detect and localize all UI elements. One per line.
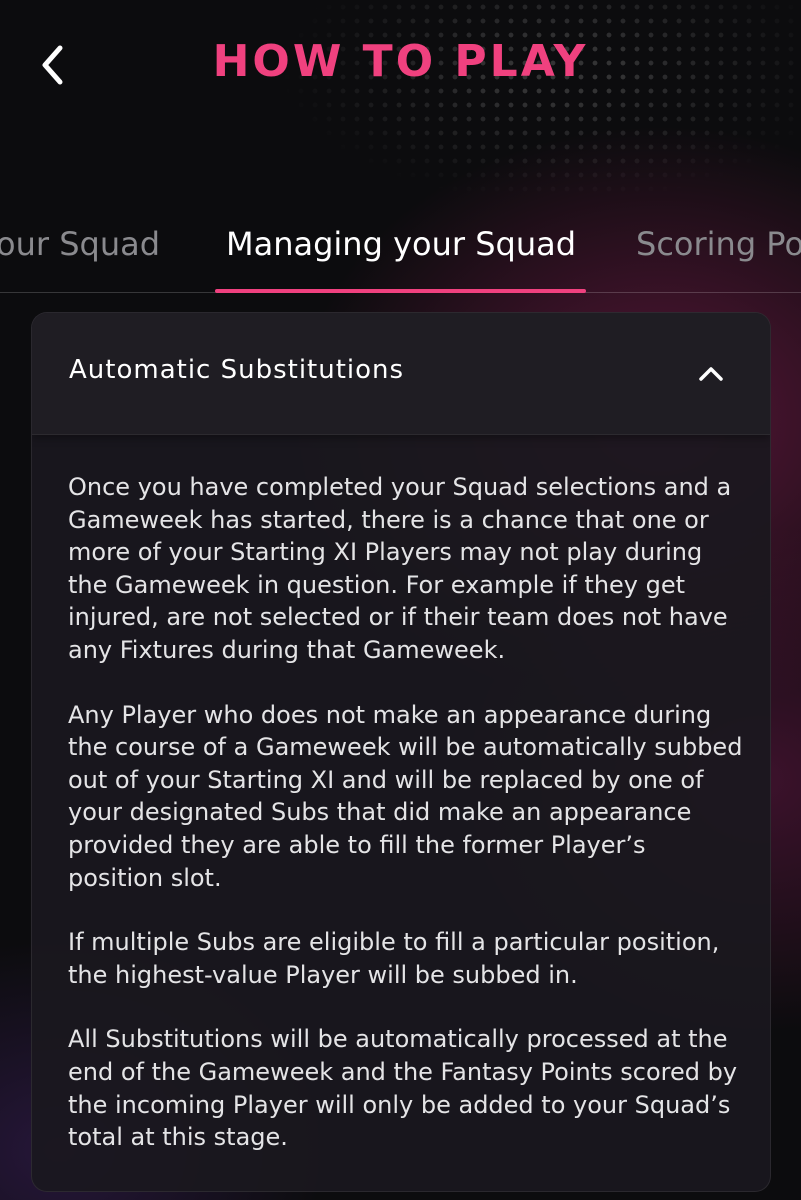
active-tab-indicator xyxy=(215,289,586,293)
tab-managing-your-squad[interactable]: Managing your Squad xyxy=(214,225,588,287)
tab-bar: our Squad Managing your Squad Scoring Po xyxy=(0,215,801,293)
chevron-up-icon[interactable] xyxy=(696,359,726,389)
body-paragraph: Any Player who does not make an appearan… xyxy=(68,700,743,892)
accordion-automatic-substitutions: Automatic Substitutions Once you have co… xyxy=(31,312,771,1192)
tab-picking-your-squad[interactable]: our Squad xyxy=(0,225,171,287)
body-paragraph: If multiple Subs are eligible to fill a … xyxy=(68,928,720,989)
accordion-title: Automatic Substitutions xyxy=(69,355,405,385)
tab-scoring-points[interactable]: Scoring Po xyxy=(636,225,801,287)
tab-label: our Squad xyxy=(0,225,161,263)
accordion-body: Once you have completed your Squad selec… xyxy=(32,435,770,1154)
how-to-play-screen: HOW TO PLAY our Squad Managing your Squa… xyxy=(0,0,801,1200)
body-paragraph: All Substitutions will be automatically … xyxy=(68,1025,738,1152)
header: HOW TO PLAY xyxy=(0,0,801,130)
accordion-header[interactable]: Automatic Substitutions xyxy=(32,313,770,435)
page-title: HOW TO PLAY xyxy=(212,36,589,87)
body-paragraph: Once you have completed your Squad selec… xyxy=(68,473,732,664)
